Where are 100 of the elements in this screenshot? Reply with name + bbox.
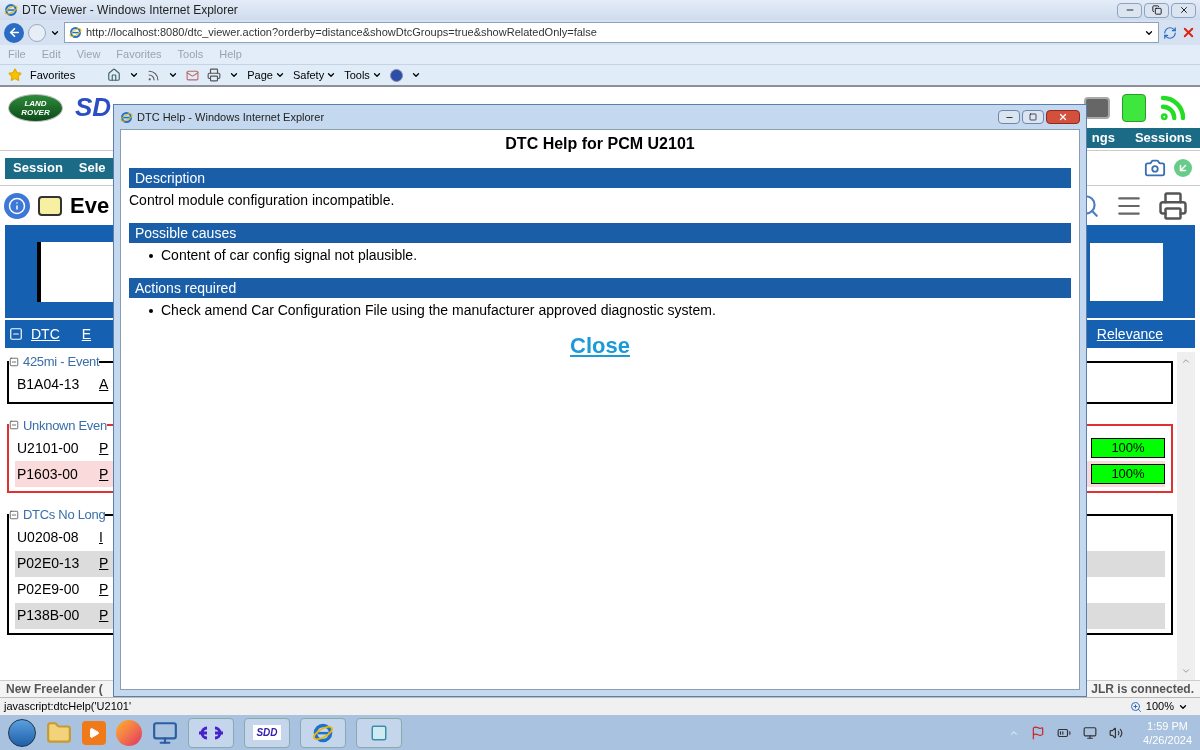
printer-icon[interactable] <box>1158 190 1188 221</box>
zoom-icon[interactable] <box>1129 700 1142 713</box>
monitor-icon[interactable] <box>152 719 178 746</box>
battery-icon <box>1122 93 1146 122</box>
taskbar-app[interactable] <box>356 717 402 748</box>
nav-item[interactable]: Session <box>13 158 63 178</box>
ecu-link[interactable]: P <box>99 605 109 626</box>
dtc-code: P02E9-00 <box>16 580 81 599</box>
collapse-icon[interactable] <box>9 420 19 431</box>
status-text: javascript:dtcHelp('U2101' <box>4 699 132 715</box>
caret-icon[interactable] <box>371 70 382 80</box>
command-menu[interactable]: Page <box>247 66 273 84</box>
taskbar-app[interactable] <box>188 717 234 748</box>
close-button[interactable] <box>1171 2 1196 18</box>
info-button[interactable] <box>4 192 30 219</box>
caret-icon[interactable] <box>326 70 337 80</box>
caret-icon[interactable] <box>274 70 285 80</box>
play-icon <box>88 726 100 739</box>
help-note-icon[interactable] <box>38 195 62 216</box>
refresh-icon[interactable] <box>1163 25 1177 40</box>
close-icon <box>1058 112 1068 122</box>
dtc-code: U2101-00 <box>16 438 80 458</box>
dtc-code: P138B-00 <box>16 606 81 625</box>
section-header: Possible causes <box>129 223 1071 243</box>
dtc-code: P02E0-13 <box>16 554 81 573</box>
ecu-link[interactable]: I <box>99 527 103 548</box>
ecu-link[interactable]: A <box>99 374 109 395</box>
column-link[interactable]: Relevance <box>1096 323 1163 345</box>
command-menu[interactable]: Safety <box>292 66 325 84</box>
page-icon <box>69 26 82 39</box>
nav-item[interactable]: Sessions <box>1134 128 1192 148</box>
device-icon <box>1084 96 1110 119</box>
dialog-title: DTC Help - Windows Internet Explorer <box>137 109 325 125</box>
nav-item[interactable]: ngs <box>1091 128 1115 148</box>
minimize-button[interactable] <box>998 110 1020 124</box>
stop-icon[interactable] <box>1181 25 1196 40</box>
player-icon[interactable] <box>82 720 106 745</box>
ecu-link[interactable]: P <box>99 579 109 600</box>
column-link[interactable]: DTC <box>31 323 60 345</box>
address-field[interactable]: http://localhost:8080/dtc_viewer.action?orderby=distance&showDtcGroups=true&showRelatedOnly=false <box>64 22 1159 43</box>
connector-icon <box>198 724 224 741</box>
favorites-button[interactable]: Favorites <box>30 66 76 84</box>
print-icon[interactable] <box>207 68 222 82</box>
maximize-button[interactable] <box>1022 110 1044 124</box>
ecu-link[interactable]: P <box>99 553 109 574</box>
column-link[interactable]: E <box>81 323 92 345</box>
nav-item[interactable]: Sele <box>78 158 106 178</box>
camera-icon[interactable] <box>1144 157 1166 179</box>
network-icon[interactable] <box>1083 725 1098 740</box>
relevance-bar: 100% <box>1091 438 1165 458</box>
group-title[interactable]: DTCs No Long <box>23 505 106 525</box>
caret-icon[interactable] <box>229 70 240 80</box>
close-icon <box>1178 5 1189 15</box>
ecu-link[interactable]: P <box>99 437 109 459</box>
maximize-icon <box>1029 113 1037 121</box>
home-icon[interactable] <box>107 68 122 82</box>
restore-button[interactable] <box>1144 2 1169 18</box>
page-title: Eve <box>70 192 110 220</box>
ecu-link[interactable]: P <box>99 463 109 485</box>
browser-icon <box>312 721 334 744</box>
feed-icon[interactable] <box>147 68 161 82</box>
close-button[interactable] <box>1046 110 1080 124</box>
browser-icon <box>4 3 18 17</box>
connection-status: JLR is connected. <box>1091 681 1194 698</box>
close-link[interactable]: Close <box>570 329 630 362</box>
mail-icon[interactable] <box>186 68 200 82</box>
dtc-code: U0208-08 <box>16 528 80 547</box>
caret-icon[interactable] <box>129 70 140 80</box>
bullet <box>149 308 153 313</box>
section-text: Content of car config signal not plausible. <box>161 246 418 265</box>
group-title[interactable]: 425mi - Event <box>23 352 100 372</box>
caret-icon[interactable] <box>168 70 179 80</box>
bullet <box>149 253 153 258</box>
brand-text: SD <box>75 91 112 124</box>
volume-icon[interactable] <box>1109 725 1124 740</box>
collapse-icon[interactable] <box>9 509 19 520</box>
section-header: Description <box>129 168 1071 188</box>
caret-icon[interactable] <box>410 70 421 80</box>
flag-icon[interactable] <box>1031 725 1046 740</box>
taskbar-app[interactable]: SDD <box>244 717 290 748</box>
group-title[interactable]: Unknown Even <box>23 415 107 435</box>
browser-icon <box>120 110 133 124</box>
section-text: Control module configuration incompatible. <box>129 191 396 210</box>
back-button[interactable] <box>4 22 24 43</box>
section-text: Check amend Car Configuration File using the manufacturer approved diagnostic system. <box>161 301 716 320</box>
section-header: Actions required <box>129 278 1071 298</box>
help-icon[interactable] <box>389 68 403 82</box>
start-button[interactable] <box>8 718 36 747</box>
collapse-icon[interactable] <box>9 356 19 367</box>
arrow-icon <box>1177 162 1189 174</box>
zoom-level[interactable]: 100% <box>1145 698 1174 715</box>
back-arrow-icon <box>7 26 21 39</box>
help-heading: DTC Help for PCM U2101 <box>504 134 696 154</box>
command-menu[interactable]: Tools <box>344 66 370 84</box>
vehicle-text: New Freelander ( <box>6 681 103 698</box>
relevance-bar: 100% <box>1091 464 1165 484</box>
star-icon[interactable] <box>8 68 22 82</box>
window-title: DTC Viewer - Windows Internet Explorer <box>22 2 238 19</box>
dtc-code: B1A04-13 <box>16 375 81 394</box>
taskbar-app[interactable] <box>300 717 346 748</box>
